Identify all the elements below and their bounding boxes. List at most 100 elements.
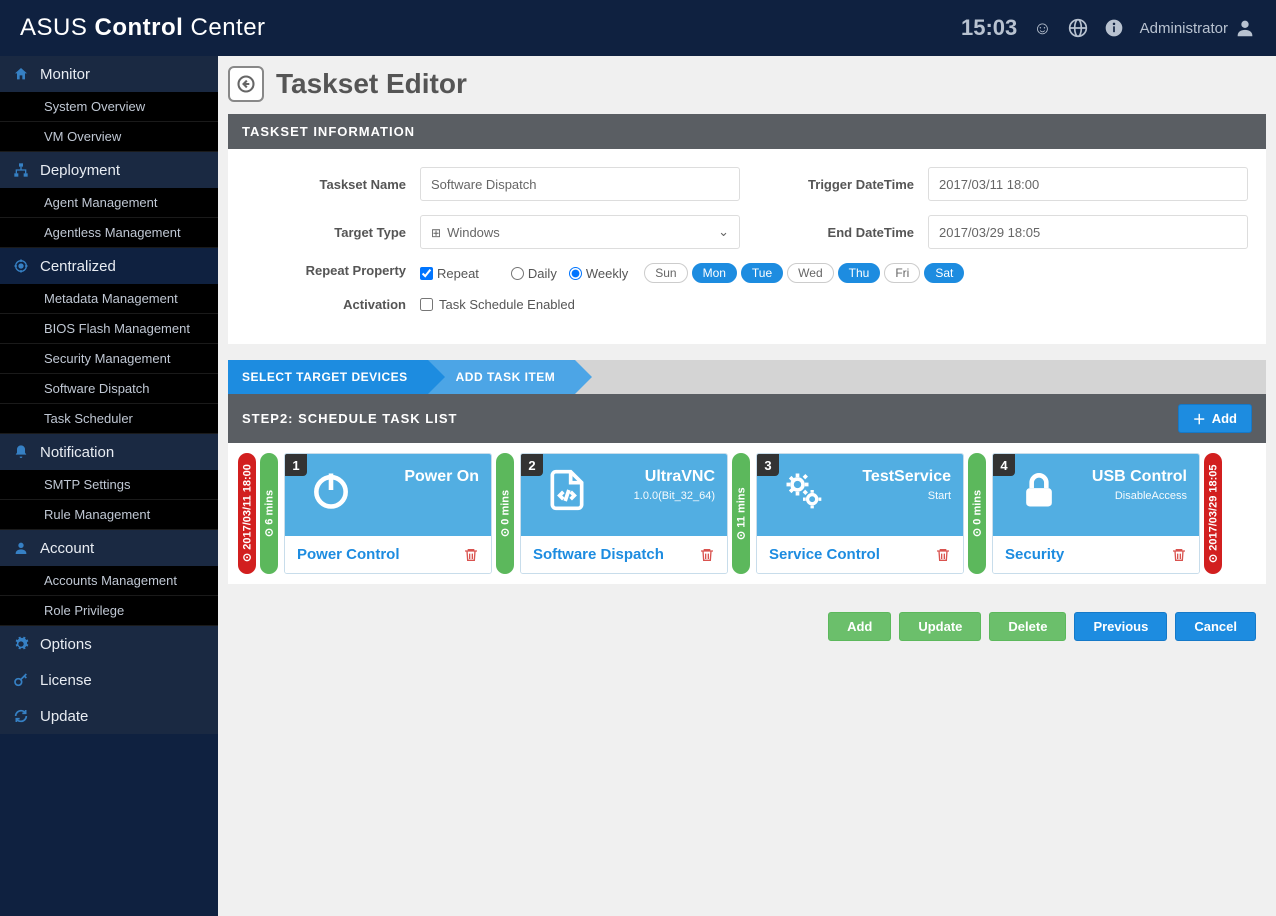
day-chip-sun[interactable]: Sun [644, 263, 687, 283]
page-title-row: Taskset Editor [228, 66, 1266, 102]
day-chip-thu[interactable]: Thu [838, 263, 881, 283]
target-type-label: Target Type [246, 225, 406, 240]
task-type: Service Control [769, 546, 880, 563]
globe-icon[interactable] [1068, 18, 1088, 38]
sidebar-item-metadata-management[interactable]: Metadata Management [0, 284, 218, 314]
end-datetime-input[interactable] [928, 215, 1248, 249]
sidebar-section-label: Centralized [40, 258, 116, 275]
task-card[interactable]: 2UltraVNC1.0.0(Bit_32_64)Software Dispat… [520, 453, 728, 574]
task-card[interactable]: 1Power OnPower Control [284, 453, 492, 574]
weekly-radio[interactable]: Weekly [569, 266, 628, 281]
day-chip-fri[interactable]: Fri [884, 263, 920, 283]
task-flow: ⊙ 2017/03/11 18:00⊙ 6 mins1Power OnPower… [228, 443, 1266, 584]
sitemap-icon [12, 161, 30, 179]
end-datetime-label: End DateTime [774, 225, 914, 240]
sidebar-section-options[interactable]: Options [0, 626, 218, 662]
step-select-devices[interactable]: SELECT TARGET DEVICES [228, 360, 428, 394]
sidebar-section-deployment[interactable]: Deployment [0, 152, 218, 188]
activation-label: Activation [246, 297, 406, 312]
add-button[interactable]: Add [828, 612, 891, 641]
step-add-task-item[interactable]: ADD TASK ITEM [428, 360, 576, 394]
repeat-row: Repeat Daily Weekly SunMonTueWedThuFriSa… [420, 263, 964, 283]
sidebar-item-agentless-management[interactable]: Agentless Management [0, 218, 218, 248]
cancel-button[interactable]: Cancel [1175, 612, 1256, 641]
main-content: Taskset Editor TASKSET INFORMATION Tasks… [218, 56, 1276, 916]
day-chip-sat[interactable]: Sat [924, 263, 964, 283]
duration-strip: ⊙ 0 mins [496, 453, 514, 574]
sidebar-item-rule-management[interactable]: Rule Management [0, 500, 218, 530]
duration-strip: ⊙ 11 mins [732, 453, 750, 574]
day-chip-mon[interactable]: Mon [692, 263, 737, 283]
bell-icon [12, 443, 30, 461]
task-card-bottom: Security [993, 536, 1199, 573]
task-card-bottom: Service Control [757, 536, 963, 573]
trigger-datetime-input[interactable] [928, 167, 1248, 201]
sidebar-section-centralized[interactable]: Centralized [0, 248, 218, 284]
sidebar-section-update[interactable]: Update [0, 698, 218, 734]
power-icon [309, 468, 353, 512]
sidebar: Monitor System OverviewVM Overview Deploym… [0, 56, 218, 916]
trash-icon[interactable] [463, 547, 479, 563]
task-card[interactable]: 4USB ControlDisableAccess Security [992, 453, 1200, 574]
sidebar-section-label: Notification [40, 444, 114, 461]
delete-button[interactable]: Delete [989, 612, 1066, 641]
taskset-info-panel: TASKSET INFORMATION Taskset Name Trigger… [228, 114, 1266, 344]
sidebar-section-license[interactable]: License [0, 662, 218, 698]
target-type-select[interactable]: ⊞Windows ⌄ [420, 215, 740, 249]
duration-strip: ⊙ 0 mins [968, 453, 986, 574]
sidebar-section-label: Deployment [40, 162, 120, 179]
sidebar-section-label: Options [40, 636, 92, 653]
sidebar-section-monitor[interactable]: Monitor [0, 56, 218, 92]
task-type: Security [1005, 546, 1064, 563]
task-card[interactable]: 3TestServiceStart Service Control [756, 453, 964, 574]
sidebar-item-vm-overview[interactable]: VM Overview [0, 122, 218, 152]
sidebar-item-security-management[interactable]: Security Management [0, 344, 218, 374]
gear-icon [12, 635, 30, 653]
end-time-strip: ⊙ 2017/03/29 18:05 [1204, 453, 1222, 574]
taskset-name-input[interactable] [420, 167, 740, 201]
user-menu[interactable]: Administrator [1140, 17, 1256, 39]
sidebar-item-task-scheduler[interactable]: Task Scheduler [0, 404, 218, 434]
bottom-buttons: Add Update Delete Previous Cancel [228, 600, 1266, 641]
sidebar-section-notification[interactable]: Notification [0, 434, 218, 470]
task-number: 3 [757, 454, 779, 476]
start-time-strip: ⊙ 2017/03/11 18:00 [238, 453, 256, 574]
previous-button[interactable]: Previous [1074, 612, 1167, 641]
daily-radio[interactable]: Daily [511, 266, 557, 281]
windows-icon: ⊞ [431, 226, 441, 240]
back-button[interactable] [228, 66, 264, 102]
sidebar-item-software-dispatch[interactable]: Software Dispatch [0, 374, 218, 404]
info-icon[interactable] [1104, 18, 1124, 38]
sidebar-item-system-overview[interactable]: System Overview [0, 92, 218, 122]
task-type: Software Dispatch [533, 546, 664, 563]
update-button[interactable]: Update [899, 612, 981, 641]
refresh-icon [12, 707, 30, 725]
day-chip-tue[interactable]: Tue [741, 263, 783, 283]
app-header: ASUS Control Center 15:03 ☺ Administrato… [0, 0, 1276, 56]
page-title: Taskset Editor [276, 68, 467, 100]
sidebar-section-label: Monitor [40, 66, 90, 83]
task-card-top: 4USB ControlDisableAccess [993, 454, 1199, 536]
task-number: 2 [521, 454, 543, 476]
trigger-datetime-label: Trigger DateTime [774, 177, 914, 192]
sidebar-item-accounts-management[interactable]: Accounts Management [0, 566, 218, 596]
repeat-checkbox[interactable]: Repeat [420, 266, 479, 281]
sidebar-section-account[interactable]: Account [0, 530, 218, 566]
sidebar-item-agent-management[interactable]: Agent Management [0, 188, 218, 218]
app-logo: ASUS Control Center [20, 14, 266, 42]
trash-icon[interactable] [1171, 547, 1187, 563]
trash-icon[interactable] [699, 547, 715, 563]
sidebar-item-smtp-settings[interactable]: SMTP Settings [0, 470, 218, 500]
sidebar-item-role-privilege[interactable]: Role Privilege [0, 596, 218, 626]
day-chip-wed[interactable]: Wed [787, 263, 833, 283]
task-number: 1 [285, 454, 307, 476]
sidebar-item-bios-flash-management[interactable]: BIOS Flash Management [0, 314, 218, 344]
panel-header-info: TASKSET INFORMATION [228, 114, 1266, 149]
trash-icon[interactable] [935, 547, 951, 563]
smiley-icon[interactable]: ☺ [1033, 18, 1051, 39]
task-subtitle: DisableAccess [1005, 490, 1187, 502]
activation-checkbox[interactable]: Task Schedule Enabled [420, 297, 575, 312]
task-card-top: 3TestServiceStart [757, 454, 963, 536]
chevron-down-icon: ⌄ [718, 224, 729, 240]
add-task-button[interactable]: ＋Add [1178, 404, 1252, 433]
